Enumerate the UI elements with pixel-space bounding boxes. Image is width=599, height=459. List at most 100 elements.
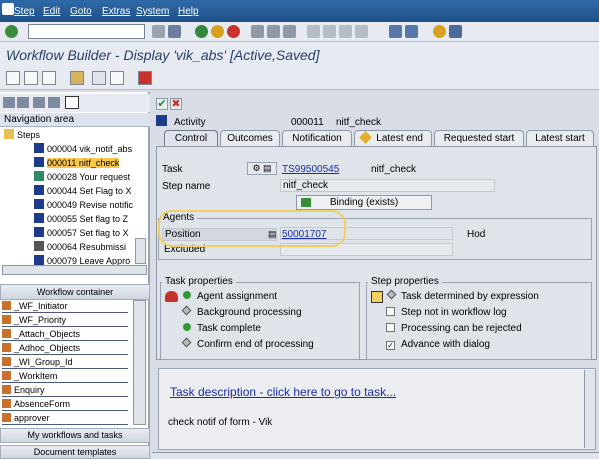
nav-expand-icon[interactable] <box>48 97 60 108</box>
element-icon <box>2 301 11 310</box>
checkbox[interactable] <box>386 323 395 332</box>
element-icon <box>2 343 11 352</box>
step-name-field[interactable]: nitf_check <box>280 179 495 192</box>
create-session-icon[interactable] <box>389 25 402 38</box>
menu-step[interactable]: Step <box>14 6 35 17</box>
binding-button[interactable]: Binding (exists) <box>296 195 432 210</box>
binding-icon <box>301 198 311 207</box>
tab-outcomes[interactable]: Outcomes <box>220 130 280 146</box>
task-label: Task <box>162 164 183 175</box>
tab-requested-start[interactable]: Requested start <box>434 130 524 146</box>
display-change-icon[interactable] <box>70 71 84 85</box>
enter-icon[interactable] <box>5 25 18 38</box>
find-next-icon[interactable] <box>283 25 296 38</box>
expression-icon[interactable] <box>371 291 383 303</box>
container-scrollbar[interactable] <box>133 300 146 425</box>
description-scrollbar[interactable] <box>584 370 595 448</box>
element-icon <box>2 329 11 338</box>
copy-icon[interactable] <box>24 71 38 85</box>
tree-scrollbar[interactable] <box>135 238 146 264</box>
tab-notification[interactable]: Notification <box>282 130 352 146</box>
doc-templates-header[interactable]: Document templates <box>0 445 150 459</box>
container-row[interactable]: Enquiry <box>2 384 128 397</box>
checkbox-checked[interactable]: ✓ <box>386 341 395 350</box>
nav-structure-icon[interactable] <box>65 96 79 109</box>
advance-with-dialog-checkbox[interactable]: ✓ Advance with dialog <box>386 339 490 350</box>
cancel-icon[interactable] <box>227 25 240 38</box>
check-icon[interactable] <box>92 71 106 85</box>
container-row[interactable]: _Attach_Objects <box>2 328 128 341</box>
new-icon[interactable] <box>6 71 20 85</box>
print-icon[interactable] <box>251 25 264 38</box>
nav-back-icon[interactable] <box>3 97 15 108</box>
bottom-scrollbar[interactable] <box>152 452 599 459</box>
my-workflows-header[interactable]: My workflows and tasks <box>0 428 150 443</box>
container-row[interactable]: AbsenceForm <box>2 398 128 411</box>
nav-area-header: Navigation area <box>0 113 150 127</box>
nav-collapse-icon[interactable] <box>17 97 29 108</box>
workflow-container-header[interactable]: Workflow container <box>0 284 150 300</box>
tree-item[interactable]: 000004 vik_notif_abs <box>34 143 132 156</box>
task-id-link[interactable]: TS99500545 <box>282 164 339 175</box>
task-description-link[interactable]: Task description - click here to go to t… <box>170 385 396 399</box>
tree-item[interactable]: 000044 Set Flag to X <box>34 185 132 198</box>
other-version-icon[interactable] <box>42 71 56 85</box>
window-logo-icon[interactable] <box>2 3 14 15</box>
help-icon[interactable] <box>433 25 446 38</box>
element-icon <box>2 413 11 422</box>
task-properties-title: Task properties <box>162 276 236 287</box>
tree-item[interactable]: 000064 Resubmissi <box>34 241 134 254</box>
step-not-in-log-checkbox[interactable]: Step not in workflow log <box>386 307 507 318</box>
container-row[interactable]: _WF_Priority <box>2 314 128 327</box>
tree-item[interactable]: 000028 Your request <box>34 171 130 184</box>
command-field[interactable] <box>28 24 145 39</box>
menu-goto[interactable]: Goto <box>70 6 92 17</box>
activity-icon <box>34 199 44 209</box>
first-page-icon[interactable] <box>307 25 320 38</box>
tab-latest-start[interactable]: Latest start <box>526 130 594 146</box>
element-icon <box>2 399 11 408</box>
tree-item-selected[interactable]: 000011 nitf_check <box>34 157 120 170</box>
layout-menu-icon[interactable] <box>449 25 462 38</box>
application-toolbar <box>0 68 599 90</box>
find-icon[interactable] <box>267 25 280 38</box>
task-determined-by-expression: Task determined by expression <box>386 289 539 302</box>
container-operation-icon <box>34 213 44 223</box>
menu-edit[interactable]: Edit <box>43 6 60 17</box>
checkbox[interactable] <box>386 307 395 316</box>
next-page-icon[interactable] <box>339 25 352 38</box>
container-row[interactable]: _WorkItem <box>2 370 128 383</box>
last-page-icon[interactable] <box>355 25 368 38</box>
tree-item[interactable]: 000055 Set flag to Z <box>34 213 128 226</box>
menu-system[interactable]: System <box>136 6 169 17</box>
tab-control[interactable]: Control <box>164 130 218 146</box>
transfer-check-icon[interactable]: ✔ <box>156 98 168 110</box>
highlight-ellipse <box>158 210 346 247</box>
container-operation-icon <box>34 185 44 195</box>
activate-icon[interactable] <box>110 71 124 85</box>
agent-assignment: Agent assignment <box>183 291 277 302</box>
task-type-selector[interactable]: ⚙ ▤ <box>247 162 277 175</box>
tree-item[interactable]: 000057 Set flag to X <box>34 227 129 240</box>
save-icon[interactable] <box>168 25 181 38</box>
tree-item[interactable]: 000049 Revise notific <box>34 199 133 212</box>
element-icon <box>2 357 11 366</box>
back-icon[interactable] <box>195 25 208 38</box>
container-row[interactable]: approver <box>2 412 128 425</box>
nav-forward-icon[interactable] <box>33 97 45 108</box>
activity-name: nitf_check <box>336 117 382 128</box>
exit-icon[interactable] <box>211 25 224 38</box>
menu-help[interactable]: Help <box>178 6 199 17</box>
container-row[interactable]: _Adhoc_Objects <box>2 342 128 355</box>
menu-extras[interactable]: Extras <box>102 6 130 17</box>
processing-rejected-checkbox[interactable]: Processing can be rejected <box>386 323 522 334</box>
tree-hscrollbar[interactable] <box>2 265 147 275</box>
shortcut-icon[interactable] <box>405 25 418 38</box>
back-arrow-icon[interactable] <box>152 25 165 38</box>
test-icon[interactable] <box>138 71 152 85</box>
previous-page-icon[interactable] <box>323 25 336 38</box>
cancel-x-icon[interactable]: ✖ <box>170 98 182 110</box>
container-row[interactable]: _WF_Initiator <box>2 300 128 313</box>
tree-root-steps[interactable]: Steps <box>4 129 40 142</box>
container-row[interactable]: _WI_Group_Id <box>2 356 128 369</box>
